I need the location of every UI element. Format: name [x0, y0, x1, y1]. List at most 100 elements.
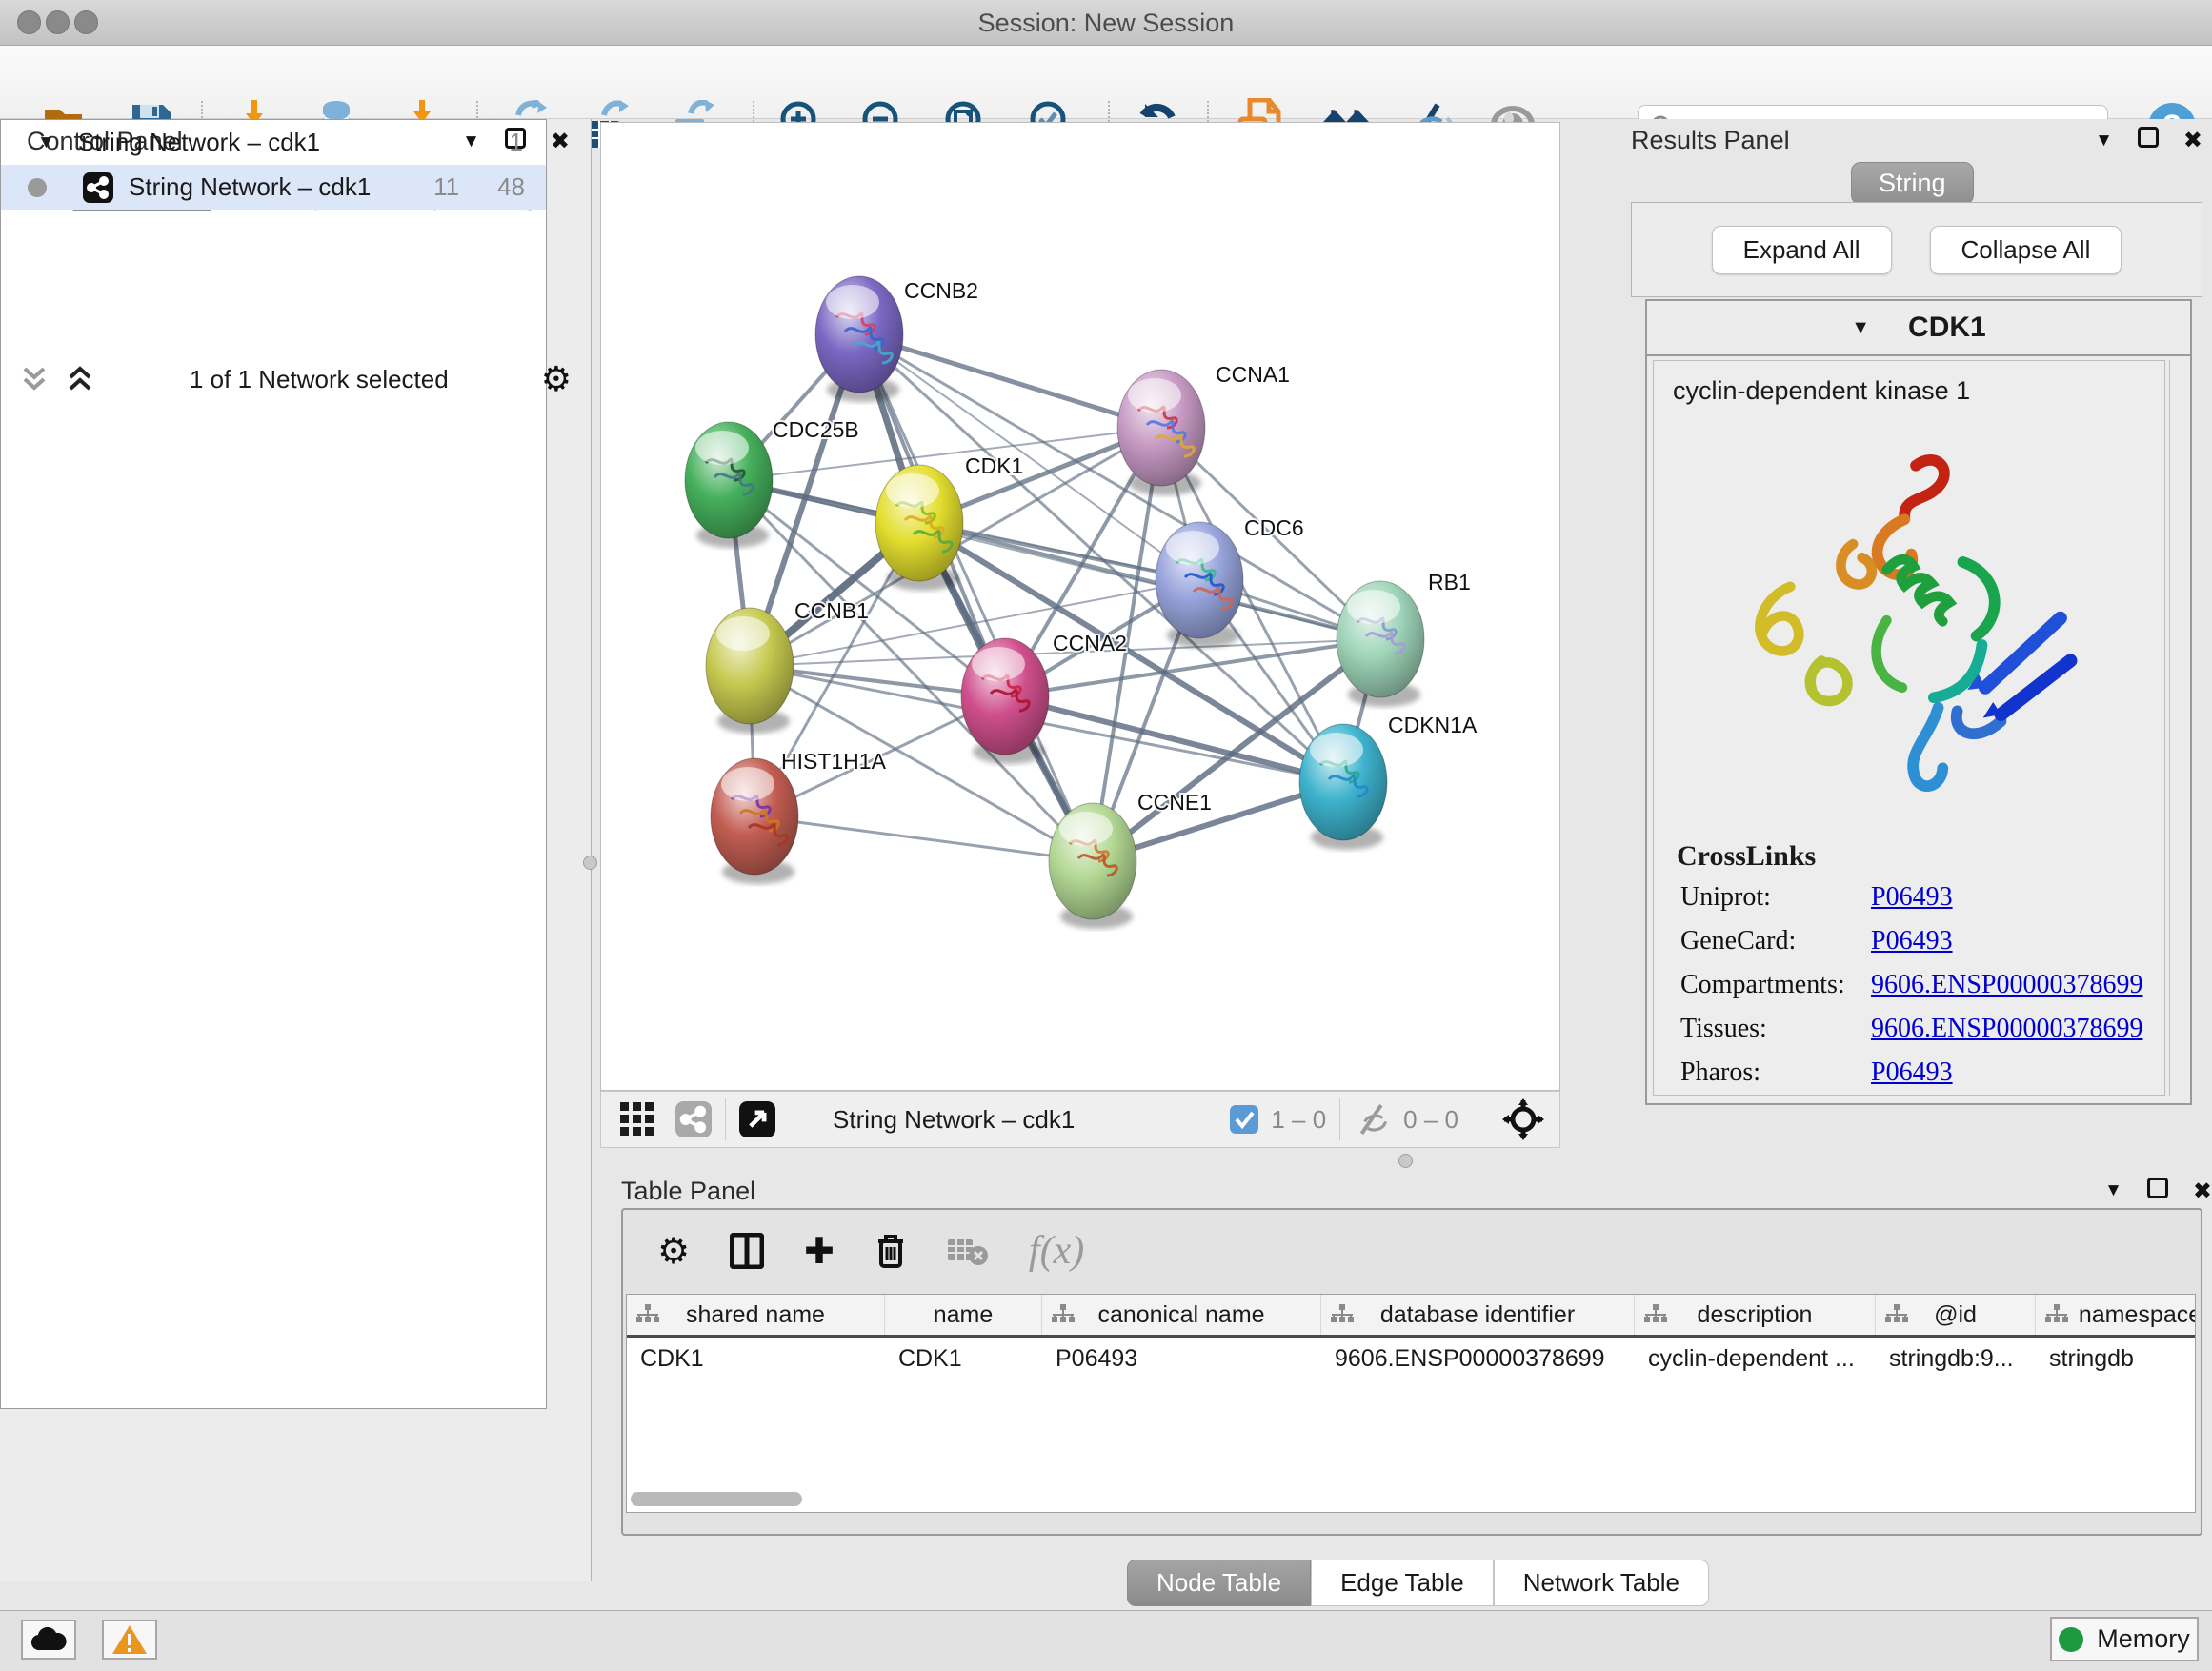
panel-close-icon[interactable]: ✖: [2183, 127, 2202, 154]
hidden-counter: 0 – 0: [1403, 1105, 1458, 1135]
node-RB1[interactable]: RB1: [1337, 570, 1471, 707]
edge-CCNB2-CCNA1[interactable]: [859, 334, 1161, 428]
edge-CCNE1-HIST1H1A[interactable]: [754, 816, 1093, 861]
results-scrollbar[interactable]: [2169, 360, 2182, 1096]
node-CCNA1[interactable]: CCNA1: [1117, 362, 1290, 495]
collection-name: String Network – cdk1: [78, 128, 320, 157]
tab-edge-table[interactable]: Edge Table: [1311, 1560, 1494, 1606]
collapse-all-icon[interactable]: [19, 365, 51, 393]
warning-icon: [111, 1624, 148, 1655]
results-toolbox: Expand All Collapse All: [1631, 202, 2202, 297]
panel-float-icon[interactable]: [2147, 1178, 2168, 1205]
crosslink-label: Compartments:: [1680, 970, 1871, 1000]
table-cell[interactable]: CDK1: [627, 1338, 885, 1379]
crosslink-row: Pharos:P06493: [1680, 1057, 2164, 1088]
node-CCNA2[interactable]: CCNA2: [961, 631, 1127, 764]
node-label-CDKN1A: CDKN1A: [1388, 713, 1478, 737]
delete-table-icon: [947, 1236, 989, 1266]
node-CCNB1[interactable]: CCNB1: [706, 598, 869, 734]
collection-count: 1: [510, 128, 523, 157]
collection-expand-icon[interactable]: ▼: [37, 132, 55, 153]
column-header-canonical-name[interactable]: canonical name: [1042, 1295, 1321, 1335]
node-CCNB2[interactable]: CCNB2: [815, 276, 978, 402]
node-CDC25B[interactable]: CDC25B: [685, 417, 859, 548]
expand-all-button[interactable]: Expand All: [1712, 226, 1892, 274]
column-header-description[interactable]: description: [1635, 1295, 1876, 1335]
memory-button[interactable]: Memory: [2050, 1617, 2199, 1661]
left-splitter-handle[interactable]: [583, 856, 597, 870]
selected-counter: 1 – 0: [1271, 1105, 1326, 1135]
results-panel-title: Results Panel: [1631, 126, 1790, 155]
crosslink-row: Compartments:9606.ENSP00000378699: [1680, 970, 2164, 1000]
panel-menu-icon[interactable]: ▼: [2104, 1180, 2122, 1201]
cloud-button[interactable]: [21, 1620, 76, 1660]
selected-checkbox-icon[interactable]: [1229, 1104, 1259, 1135]
collapse-all-button[interactable]: Collapse All: [1930, 226, 2122, 274]
warning-button[interactable]: [102, 1620, 157, 1660]
column-header--id[interactable]: @id: [1876, 1295, 2036, 1335]
protein-structure-image: [1719, 440, 2100, 812]
panel-close-icon[interactable]: ✖: [2193, 1178, 2212, 1205]
crosslink-link[interactable]: 9606.ENSP00000378699: [1871, 1014, 2142, 1044]
column-header-shared-name[interactable]: shared name: [627, 1295, 885, 1335]
table-cell[interactable]: 9606.ENSP00000378699: [1321, 1338, 1635, 1379]
toolbar-separator: [725, 1098, 726, 1140]
table-cell[interactable]: stringdb: [2036, 1338, 2196, 1379]
status-bar: Memory: [0, 1610, 2212, 1671]
table-cell[interactable]: cyclin-dependent ...: [1635, 1338, 1876, 1379]
grid-view-icon[interactable]: [618, 1100, 656, 1138]
node-label-CDC6: CDC6: [1244, 515, 1304, 540]
memory-label: Memory: [2097, 1624, 2190, 1654]
table-panel-title: Table Panel: [621, 1177, 755, 1206]
network-collection-row[interactable]: ▼ String Network – cdk1 1: [1, 120, 546, 165]
node-CDKN1A[interactable]: CDKN1A: [1299, 713, 1478, 850]
memory-status-dot-icon: [2059, 1627, 2083, 1652]
node-HIST1H1A[interactable]: HIST1H1A: [711, 749, 887, 884]
panel-menu-icon[interactable]: ▼: [2095, 131, 2113, 151]
birds-eye-view-icon[interactable]: [739, 1101, 775, 1137]
crosslink-label: Uniprot:: [1680, 882, 1871, 913]
tab-string[interactable]: String: [1851, 162, 1974, 205]
node-label-CCNB1: CCNB1: [794, 598, 869, 623]
crosslink-link[interactable]: P06493: [1871, 1057, 1953, 1088]
hidden-eye-icon[interactable]: [1354, 1102, 1394, 1137]
table-panel: ⚙ ✚ f(x) shared namenamecanonical nameda…: [621, 1208, 2202, 1536]
table-cell[interactable]: stringdb:9...: [1876, 1338, 2036, 1379]
gene-collapse-icon[interactable]: ▼: [1851, 317, 1870, 339]
edge-CCNB2-CCNE1[interactable]: [859, 334, 1093, 861]
network-canvas[interactable]: CCNB2CCNA1CDC25BCDK1CDC6RB1CCNB1CCNA2CDK…: [600, 122, 1560, 1091]
table-row[interactable]: CDK1CDK1P064939606.ENSP00000378699cyclin…: [627, 1338, 2195, 1379]
fit-content-crosshair-icon[interactable]: [1502, 1098, 1544, 1140]
crosslink-label: Tissues:: [1680, 1014, 1871, 1044]
network-node-count: 11: [433, 172, 459, 202]
node-table: shared namenamecanonical namedatabase id…: [626, 1294, 2196, 1513]
network-view-icon[interactable]: [675, 1101, 712, 1137]
table-options-gear-icon[interactable]: ⚙: [657, 1230, 690, 1273]
crosslink-link[interactable]: P06493: [1871, 882, 1953, 913]
table-cell[interactable]: CDK1: [885, 1338, 1042, 1379]
panel-float-icon[interactable]: [2138, 127, 2159, 154]
column-header-name[interactable]: name: [885, 1295, 1042, 1335]
node-CCNE1[interactable]: CCNE1: [1049, 790, 1212, 929]
horizontal-splitter-handle[interactable]: [1398, 1154, 1413, 1168]
network-row[interactable]: String Network – cdk1 11 48: [1, 165, 546, 210]
table-cell[interactable]: P06493: [1042, 1338, 1321, 1379]
network-options-gear-icon[interactable]: ⚙: [541, 359, 572, 399]
delete-column-trash-icon[interactable]: [875, 1232, 907, 1270]
column-header-namespace[interactable]: namespace: [2036, 1295, 2196, 1335]
tab-network-table[interactable]: Network Table: [1494, 1560, 1709, 1606]
column-header-database-identifier[interactable]: database identifier: [1321, 1295, 1635, 1335]
tab-node-table[interactable]: Node Table: [1127, 1560, 1311, 1606]
network-view-title: String Network – cdk1: [833, 1105, 1075, 1135]
panel-close-icon[interactable]: ✖: [551, 128, 570, 155]
show-columns-icon[interactable]: [730, 1233, 764, 1269]
add-column-icon[interactable]: ✚: [804, 1230, 835, 1273]
node-label-CCNB2: CCNB2: [904, 278, 978, 303]
expand-all-icon[interactable]: [65, 365, 97, 393]
table-horizontal-scrollbar[interactable]: [631, 1492, 802, 1506]
crosslink-link[interactable]: 9606.ENSP00000378699: [1871, 970, 2142, 1000]
crosslink-label: Pharos:: [1680, 1057, 1871, 1088]
crosslink-row: Tissues:9606.ENSP00000378699: [1680, 1014, 2164, 1044]
crosslink-label: GeneCard:: [1680, 926, 1871, 956]
crosslink-link[interactable]: P06493: [1871, 926, 1953, 956]
